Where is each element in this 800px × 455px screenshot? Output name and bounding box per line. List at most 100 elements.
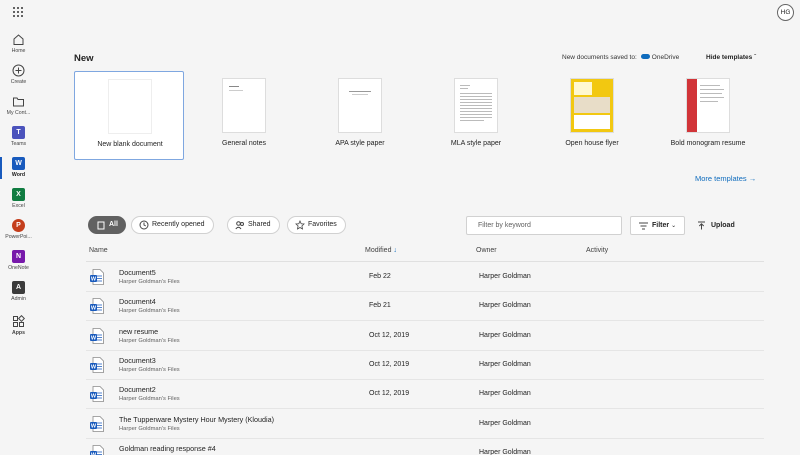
table-row[interactable]: W Document5 Harper Goldman's Files Feb 22 Ha… <box>86 263 764 292</box>
word-file-icon: W <box>90 298 104 315</box>
hide-templates-label: Hide templates <box>706 54 753 61</box>
rail-label: Create <box>10 79 27 85</box>
template-label: MLA style paper <box>450 140 502 147</box>
sort-down-arrow-icon: ↓ <box>393 247 397 254</box>
template-mla-style-paper[interactable]: MLA style paper <box>421 71 531 160</box>
filter-button[interactable]: Filter ⌄ <box>630 216 685 235</box>
file-location: Harper Goldman's Files <box>119 337 180 344</box>
rail-item-my-content[interactable]: My Cont... <box>0 92 37 122</box>
file-owner: Harper Goldman <box>479 448 531 455</box>
excel-icon: X <box>12 188 25 201</box>
admin-icon: A <box>12 281 25 294</box>
plus-circle-icon <box>12 64 25 77</box>
filter-pill-label: Shared <box>248 221 271 228</box>
file-modified: Feb 22 <box>369 273 391 280</box>
table-row[interactable]: W Goldman reading response #4 Harper Goldm… <box>86 439 764 455</box>
template-label: New blank document <box>97 141 163 148</box>
rail-label: My Cont... <box>6 110 31 116</box>
svg-text:W: W <box>91 394 97 400</box>
onenote-icon: N <box>12 250 25 263</box>
rail-item-excel[interactable]: X Excel <box>0 185 37 215</box>
file-modified: Oct 12, 2019 <box>369 390 410 398</box>
rail-item-apps[interactable]: Apps <box>0 312 37 342</box>
template-blank-document[interactable]: New blank document <box>74 71 184 160</box>
chevron-up-icon: ˆ <box>754 54 757 61</box>
template-general-notes[interactable]: General notes <box>189 71 299 160</box>
onedrive-cloud-icon <box>640 53 650 59</box>
table-row[interactable]: W Document3 Harper Goldman's Files Oct 12, … <box>86 351 764 380</box>
hide-templates-button[interactable]: Hide templates ˆ <box>706 54 756 61</box>
apps-icon <box>13 315 25 327</box>
file-location: Harper Goldman's Files <box>119 425 180 432</box>
rail-item-onenote[interactable]: N OneNote <box>0 247 37 277</box>
filter-pill-favorites[interactable]: Favorites <box>287 216 346 234</box>
filter-button-label: Filter <box>652 222 670 229</box>
saved-to-indicator: New documents saved to: OneDrive <box>562 53 679 61</box>
upload-icon <box>698 221 705 230</box>
file-name[interactable]: Document5 <box>119 268 156 277</box>
rail-item-home[interactable]: Home <box>0 30 37 60</box>
file-name[interactable]: Document2 <box>119 385 156 394</box>
column-header-modified[interactable]: Modified ↓ <box>365 247 397 254</box>
top-bar: HG <box>0 0 800 26</box>
section-title-new: New <box>74 53 94 64</box>
file-owner: Harper Goldman <box>479 390 531 398</box>
document-stack-icon <box>97 221 105 230</box>
saved-to-location[interactable]: OneDrive <box>652 54 679 61</box>
template-thumbnail <box>339 79 381 132</box>
column-header-activity[interactable]: Activity <box>586 247 608 254</box>
filter-keyword-input[interactable]: Filter by keyword <box>466 216 622 235</box>
table-row[interactable]: Wnew resume Harper Goldman's Files Oct 12,… <box>86 322 764 351</box>
column-header-name[interactable]: Name <box>89 247 108 254</box>
table-row[interactable]: W Document2 Harper Goldman's Files Oct 12, … <box>86 380 764 410</box>
template-open-house-flyer[interactable]: Open house flyer <box>537 71 647 160</box>
filter-pill-label: Recently opened <box>152 221 205 228</box>
file-name[interactable]: new resume <box>119 327 158 336</box>
file-name[interactable]: The Tupperware Mystery Hour Mystery (Klo… <box>119 415 274 424</box>
table-row[interactable]: W The Tupperware Mystery Hour Mystery (Kl… <box>86 410 764 439</box>
file-owner: Harper Goldman <box>479 331 531 339</box>
rail-item-create[interactable]: Create <box>0 61 37 91</box>
column-header-owner[interactable]: Owner <box>476 247 497 254</box>
rail-label: OneNote <box>8 265 29 271</box>
word-file-icon: W <box>90 386 104 403</box>
main-content: New New documents saved to: OneDrive Hide… <box>37 26 800 455</box>
file-name[interactable]: Document3 <box>119 356 156 365</box>
template-apa-style-paper[interactable]: APA style paper <box>305 71 415 160</box>
star-icon <box>295 220 305 230</box>
rail-item-teams[interactable]: T Teams <box>0 123 37 153</box>
filter-pill-all[interactable]: All <box>88 216 126 234</box>
file-name[interactable]: Goldman reading response #4 <box>119 444 216 453</box>
filter-pill-label: All <box>109 221 118 228</box>
upload-button-label: Upload <box>711 222 735 229</box>
svg-text:W: W <box>91 364 97 370</box>
clock-icon <box>139 220 149 230</box>
file-modified: Oct 12, 2019 <box>369 331 410 339</box>
rail-label: PowerPoi... <box>5 234 32 240</box>
file-owner: Harper Goldman <box>479 302 531 310</box>
upload-button[interactable]: Upload <box>695 216 735 235</box>
rail-item-admin[interactable]: A Admin <box>0 278 37 308</box>
file-name[interactable]: Document4 <box>119 297 156 306</box>
rail-label: Home <box>11 48 26 54</box>
more-templates-link[interactable]: More templates → <box>695 174 756 183</box>
avatar[interactable]: HG <box>777 4 794 21</box>
template-bold-monogram-resume[interactable]: Bold monogram resume <box>653 71 763 160</box>
table-header-divider <box>86 261 764 262</box>
table-row[interactable]: W Document4 Harper Goldman's Files Feb 21 Ha… <box>86 292 764 322</box>
rail-label: Teams <box>10 141 27 147</box>
filter-pill-label: Favorites <box>308 221 337 228</box>
file-owner: Harper Goldman <box>479 360 531 368</box>
chevron-down-icon: ⌄ <box>671 223 677 229</box>
filter-lines-icon <box>639 222 648 230</box>
template-label: Bold monogram resume <box>670 140 746 147</box>
rail-item-powerpoint[interactable]: P PowerPoi... <box>0 216 37 246</box>
filter-pill-shared[interactable]: Shared <box>227 216 280 234</box>
word-file-icon: W <box>90 444 104 455</box>
filter-pill-recently-opened[interactable]: Recently opened <box>131 216 214 234</box>
template-thumbnail <box>455 79 497 132</box>
app-launcher-icon[interactable] <box>13 7 24 18</box>
rail-item-word[interactable]: W Word <box>0 154 37 184</box>
template-thumbnail <box>223 79 265 132</box>
svg-text:W: W <box>91 423 97 429</box>
